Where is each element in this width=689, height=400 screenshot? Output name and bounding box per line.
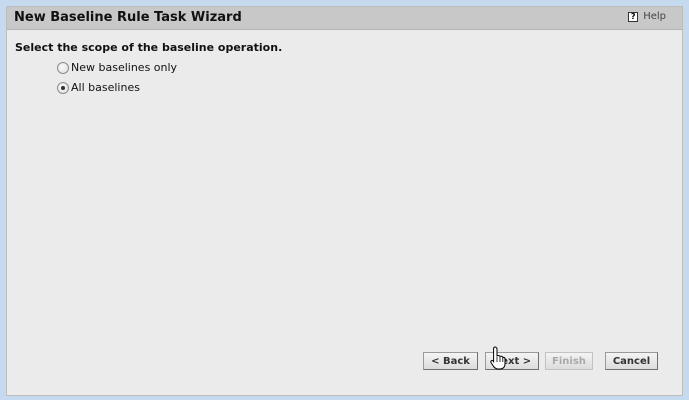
option-label: All baselines bbox=[71, 81, 140, 94]
next-button[interactable]: Next > bbox=[485, 352, 539, 370]
cancel-button[interactable]: Cancel bbox=[605, 352, 658, 370]
title-bar: New Baseline Rule Task Wizard ? Help bbox=[7, 7, 682, 30]
finish-button[interactable]: Finish bbox=[545, 352, 593, 370]
option-label: New baselines only bbox=[71, 61, 178, 74]
help-icon: ? bbox=[628, 11, 639, 22]
help-link[interactable]: ? Help bbox=[628, 11, 666, 22]
scope-prompt: Select the scope of the baseline operati… bbox=[15, 41, 283, 54]
wizard-title: New Baseline Rule Task Wizard bbox=[14, 10, 242, 25]
radio-all-baselines[interactable] bbox=[57, 81, 69, 94]
help-label: Help bbox=[643, 11, 666, 22]
option-new-baselines-only[interactable]: New baselines only bbox=[57, 61, 177, 74]
wizard-dialog: New Baseline Rule Task Wizard ? Help Sel… bbox=[6, 6, 683, 396]
back-button[interactable]: < Back bbox=[423, 352, 478, 370]
option-all-baselines[interactable]: All baselines bbox=[57, 81, 140, 94]
radio-new-baselines-only[interactable] bbox=[57, 61, 69, 74]
